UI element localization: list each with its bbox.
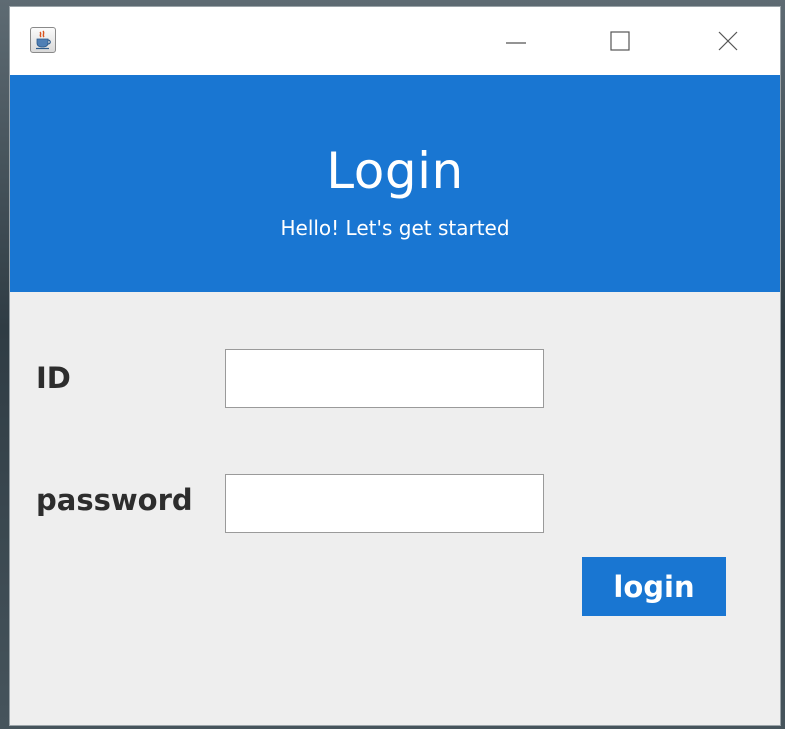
id-label: ID [36,361,71,395]
close-button[interactable] [708,24,748,58]
page-subtitle: Hello! Let's get started [280,216,510,240]
minimize-icon [506,42,526,44]
java-coffee-cup-icon[interactable] [30,27,56,53]
login-header: Login Hello! Let's get started [10,75,780,292]
login-button[interactable]: login [582,557,726,616]
password-label: password [36,483,193,517]
maximize-button[interactable] [600,24,640,58]
password-input[interactable] [225,474,544,533]
page-title: Login [326,142,464,200]
login-window: Login Hello! Let's get started ID passwo… [9,6,781,726]
minimize-button[interactable] [496,24,536,58]
maximize-icon [610,31,630,51]
id-input[interactable] [225,349,544,408]
close-icon [718,31,738,51]
title-bar[interactable] [10,7,780,75]
